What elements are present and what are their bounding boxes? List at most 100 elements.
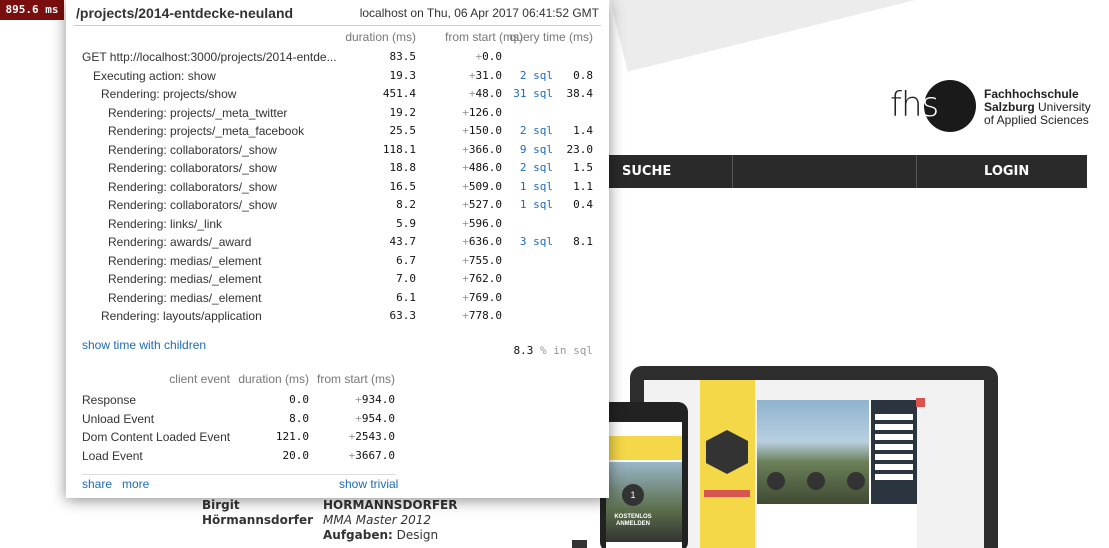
plus-sign: + (462, 235, 469, 248)
timing-duration: 63.3 (389, 309, 417, 322)
timing-duration: 118.1 (382, 142, 416, 156)
timing-name: Rendering: collaborators/_show (108, 161, 277, 175)
mockup-step-badge (807, 472, 825, 490)
client-event-name: Load Event (82, 448, 143, 463)
share-link[interactable]: share (82, 477, 112, 491)
timing-start: +0.0 (476, 48, 503, 66)
timing-name: Rendering: medias/_element (108, 253, 262, 268)
sql-queries-link[interactable]: 31 sql (513, 85, 553, 103)
client-event-row: Response 0.0 +934.0 (66, 391, 609, 409)
client-event-row: Dom Content Loaded Event 121.0 +2543.0 (66, 428, 609, 446)
timing-row: Rendering: links/_link 5.9 +596.0 (66, 215, 609, 233)
logo-text: Fachhochschule Salzburg University of Ap… (984, 88, 1091, 127)
phone-header (606, 436, 682, 460)
collaborator-name[interactable]: Birgit Hörmannsdorfer (202, 498, 314, 528)
client-event-duration: 0.0 (289, 393, 309, 406)
timing-duration: 8.2 (396, 198, 416, 211)
collaborator-detail: HORMANNSDORFER MMA Master 2012 Aufgaben:… (323, 498, 523, 543)
profiler-popup: /projects/2014-entdecke-neuland localhos… (66, 0, 609, 498)
client-event-duration: 121.0 (275, 430, 309, 443)
mockup-accent (916, 398, 925, 407)
plus-sign: + (462, 105, 469, 119)
timing-name: Rendering: collaborators/_show (108, 198, 277, 212)
logo-mark: fhs (890, 85, 939, 125)
phone-mockup: 1 KOSTENLOS ANMELDEN (600, 402, 688, 548)
sql-queries-link[interactable]: 3 sql (520, 233, 553, 251)
phone-caption: KOSTENLOS ANMELDEN (614, 514, 652, 527)
timing-name: Executing action: show (93, 68, 216, 83)
main-navbar: SUCHE LOGIN (560, 155, 1087, 188)
plus-sign: + (462, 142, 469, 156)
tasks-label: Aufgaben: (323, 528, 393, 542)
timing-name: Rendering: projects/_meta_facebook (108, 124, 305, 138)
client-from-start-header: from start (ms) (317, 372, 395, 386)
timing-start-value: 762.0 (468, 272, 502, 285)
query-time: 1.5 (573, 161, 593, 174)
plus-sign: + (468, 87, 476, 100)
timing-name: Rendering: projects/_meta_twitter (108, 105, 288, 120)
nav-login[interactable]: LOGIN (984, 155, 1029, 188)
timing-start-value: 126.0 (468, 105, 502, 119)
nav-search[interactable]: SUCHE (622, 155, 671, 188)
plus-sign: + (462, 161, 469, 174)
program: MMA Master 2012 (323, 513, 432, 527)
query-time: 0.8 (573, 68, 593, 82)
mockup-photo (757, 400, 869, 504)
mockup-step-badge (847, 472, 865, 490)
client-event-name: Unload Event (82, 411, 155, 426)
show-trivial-link[interactable]: show trivial (339, 477, 398, 491)
sql-queries-link[interactable]: 2 sql (520, 122, 553, 140)
timing-name: Rendering: medias/_element (108, 290, 262, 305)
plus-sign: + (355, 393, 362, 406)
divider (74, 25, 601, 26)
timing-row: Rendering: layouts/application 63.3 +778.0 (66, 307, 609, 325)
sql-queries-link[interactable]: 1 sql (520, 178, 553, 196)
sql-queries-link[interactable]: 9 sql (520, 141, 553, 159)
timing-start-value: 755.0 (468, 253, 502, 267)
duration-header: duration (ms) (345, 30, 416, 44)
plus-sign: + (462, 124, 469, 137)
laptop-screen (644, 380, 984, 548)
timing-row: Rendering: medias/_element 6.1 +769.0 (66, 289, 609, 307)
client-event-start: +3667.0 (349, 447, 395, 465)
fhs-logo[interactable]: fhs Fachhochschule Salzburg University o… (888, 80, 1091, 136)
more-link[interactable]: more (122, 477, 149, 491)
sql-queries-link[interactable]: 2 sql (520, 67, 553, 85)
timing-start: +486.0 (462, 159, 502, 177)
timing-start-value: 48.0 (475, 87, 503, 100)
last-name: Hörmannsdorfer (202, 513, 314, 527)
timing-duration: 451.4 (382, 87, 416, 100)
sql-queries-link[interactable]: 2 sql (520, 159, 553, 177)
logo-line2-bold: Salzburg (984, 100, 1035, 114)
query-time: 23.0 (566, 142, 594, 156)
profiler-badge[interactable]: 895.6 ms (0, 0, 64, 20)
query-time: 1.4 (573, 124, 593, 137)
timing-duration: 6.7 (396, 253, 416, 267)
query-time-header: query time (ms) (509, 30, 593, 44)
phone-photo (606, 462, 682, 542)
timing-start-value: 486.0 (468, 161, 502, 174)
mockup-sidebar (700, 380, 755, 548)
plus-sign: + (462, 198, 469, 211)
plus-sign: + (462, 290, 469, 304)
timing-start: +48.0 (469, 85, 502, 103)
client-event-start: +2543.0 (349, 428, 395, 446)
sql-pct-suffix: in sql (553, 344, 593, 357)
show-time-with-children-link[interactable]: show time with children (82, 338, 206, 352)
timing-start: +527.0 (462, 196, 502, 214)
plus-sign: + (462, 309, 469, 322)
timing-row: Rendering: collaborators/_show 8.2 +527.0 1… (66, 196, 609, 214)
timing-start: +126.0 (462, 104, 502, 122)
client-event-header: client event (169, 372, 230, 386)
timing-name: Rendering: awards/_award (108, 235, 252, 249)
tasks: Aufgaben: Design (323, 528, 523, 543)
timing-row: Rendering: medias/_element 6.7 +755.0 (66, 252, 609, 270)
sql-queries-link[interactable]: 1 sql (520, 196, 553, 214)
mockup-button (704, 490, 750, 497)
timing-start: +509.0 (462, 178, 502, 196)
profiler-title: /projects/2014-entdecke-neuland (76, 5, 294, 21)
timing-start-value: 31.0 (475, 68, 503, 82)
plus-sign: + (355, 411, 362, 425)
timing-row: Rendering: collaborators/_show 16.5 +509.0… (66, 178, 609, 196)
timing-row: Rendering: awards/_award 43.7 +636.0 3 sql 8… (66, 233, 609, 251)
